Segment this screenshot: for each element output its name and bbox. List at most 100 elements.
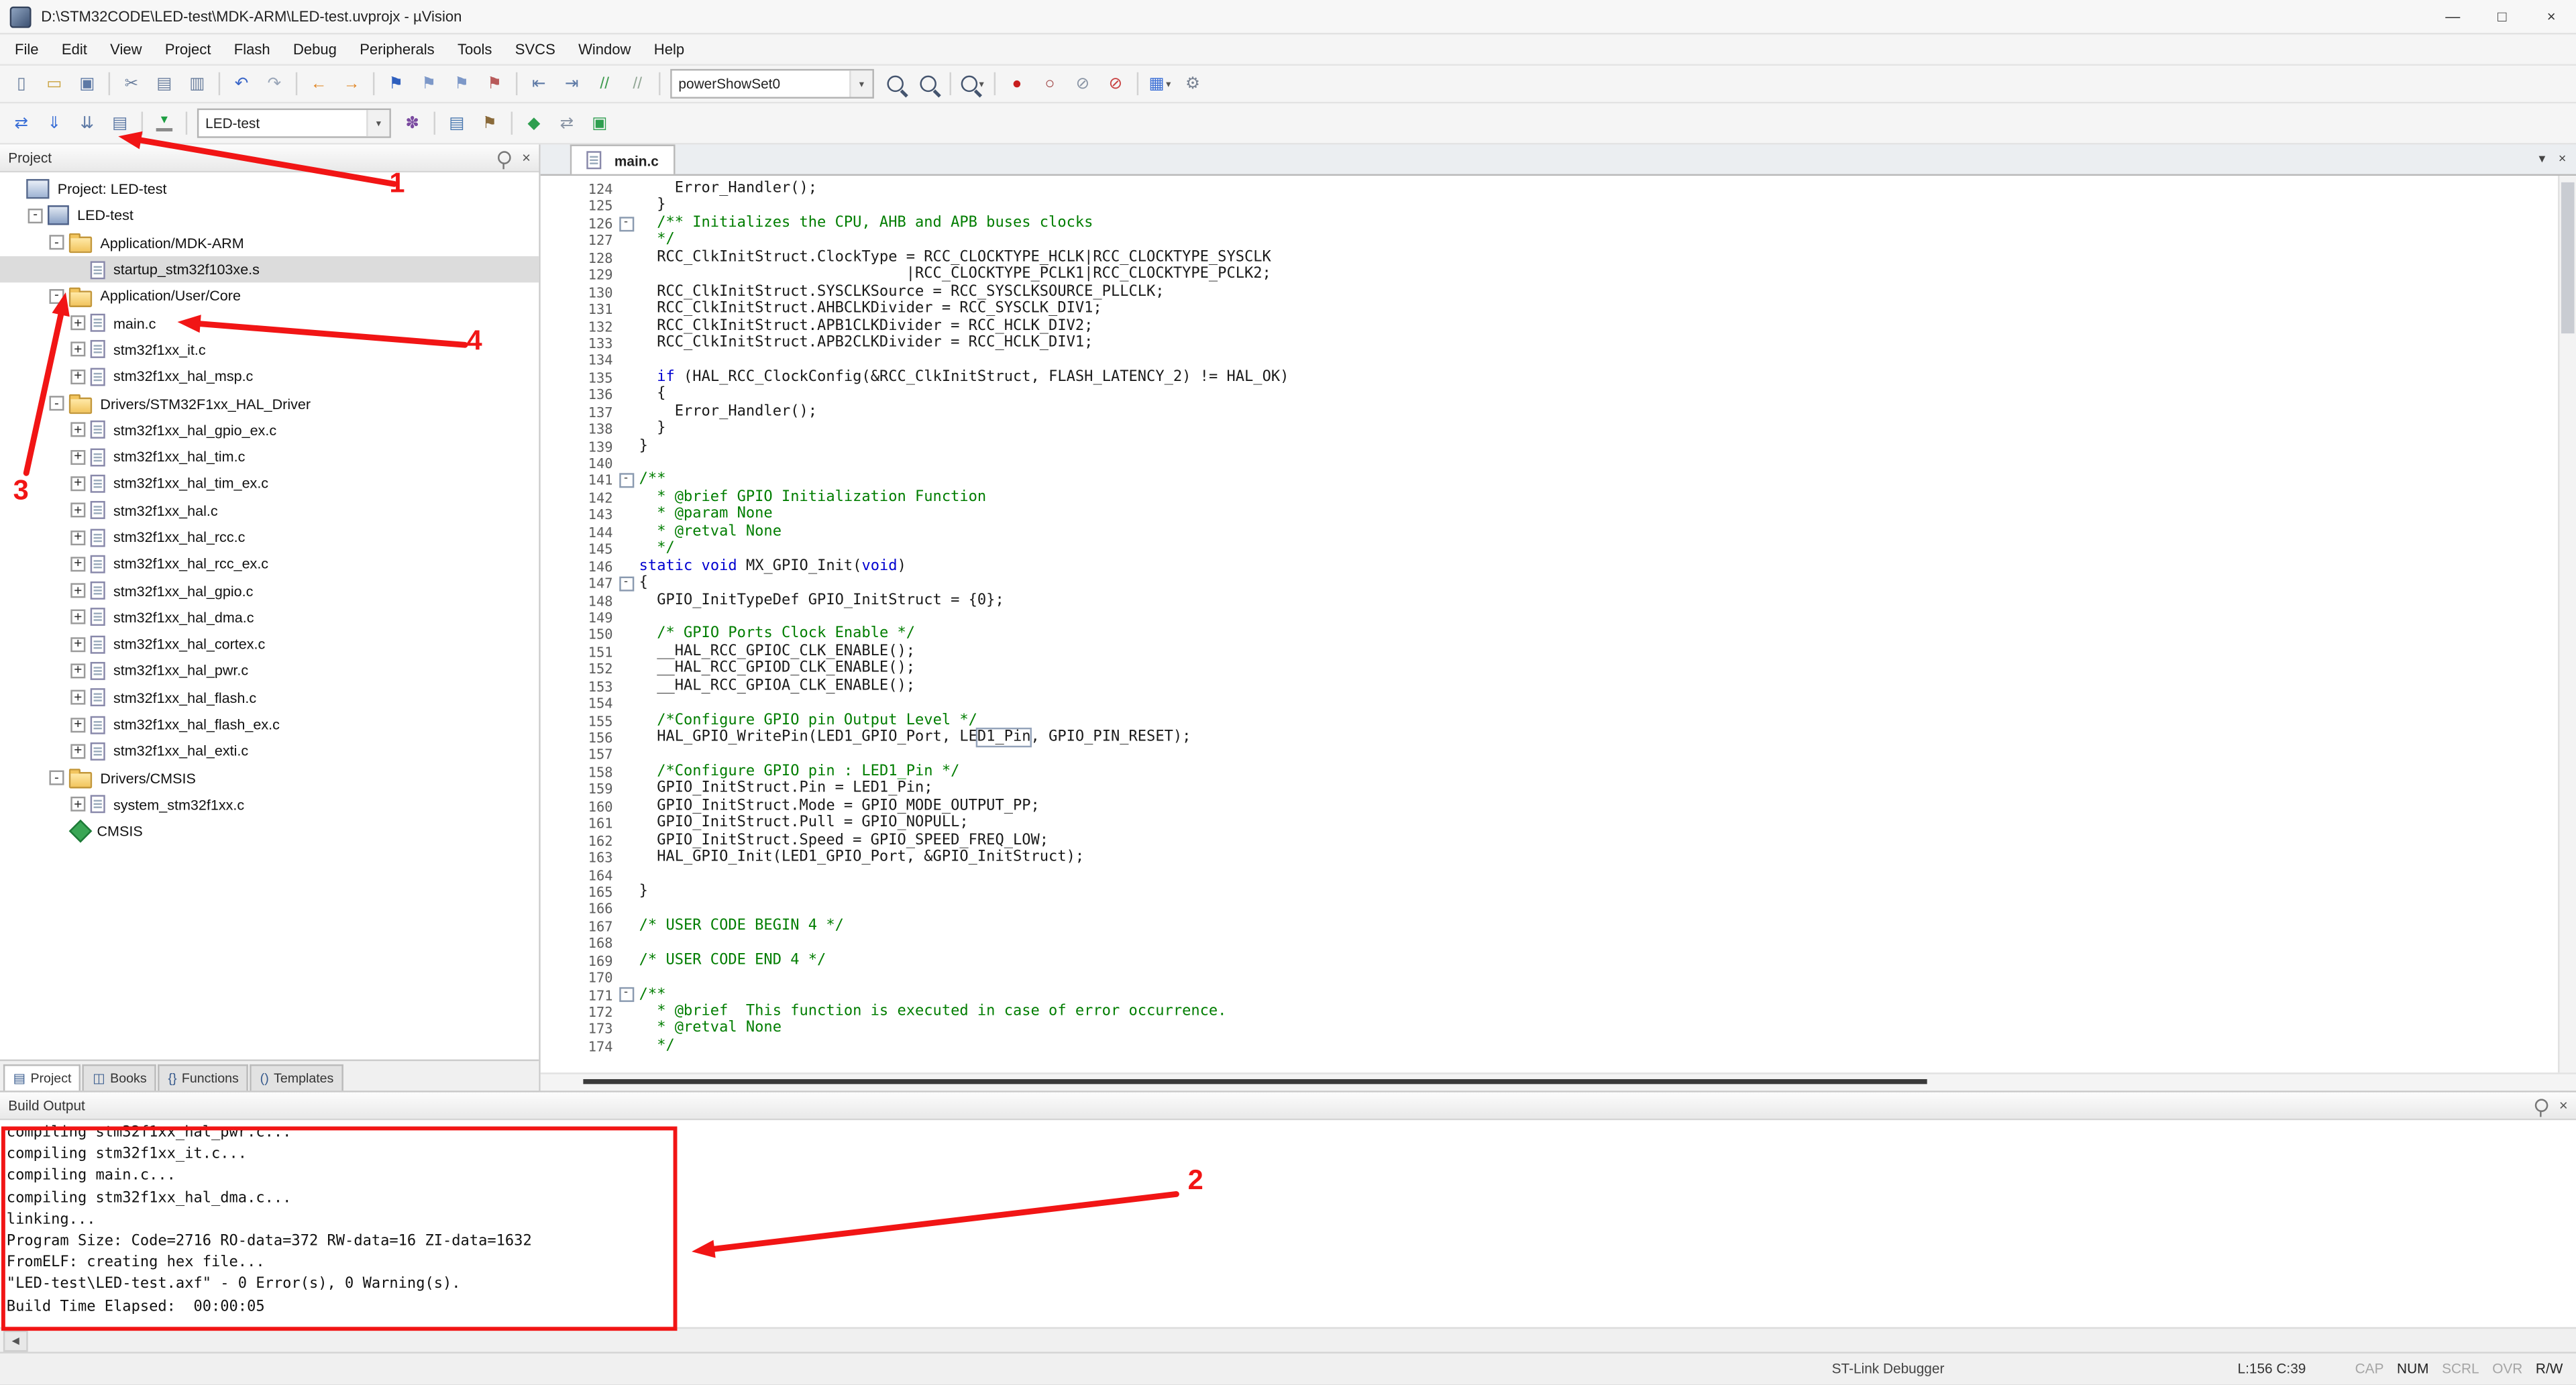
expand-icon[interactable]: + (70, 369, 85, 384)
kill-all-breakpoints-button[interactable]: ⊘ (1101, 69, 1130, 99)
manage-rte-button[interactable]: ◆ (519, 109, 549, 138)
menu-peripherals[interactable]: Peripherals (348, 38, 446, 60)
navigate-back-button[interactable]: ← (304, 69, 333, 99)
tree-item-system-stm32f1xx-c[interactable]: +system_stm32f1xx.c (0, 791, 539, 818)
tree-item-stm32f1xx-hal-dma-c[interactable]: +stm32f1xx_hal_dma.c (0, 604, 539, 631)
collapse-icon[interactable]: - (49, 289, 64, 304)
tree-item-stm32f1xx-hal-gpio-c[interactable]: +stm32f1xx_hal_gpio.c (0, 577, 539, 604)
menu-project[interactable]: Project (154, 38, 223, 60)
copy-button[interactable]: ▤ (150, 69, 179, 99)
chevron-down-icon[interactable]: ▾ (366, 110, 389, 136)
disable-all-breakpoints-button[interactable]: ⊘ (1068, 69, 1097, 99)
build-button[interactable]: ⇓ (40, 109, 69, 138)
bookmark-toggle-button[interactable]: ⚑ (381, 69, 411, 99)
editor-vertical-scrollbar[interactable] (2558, 176, 2576, 1072)
bookmark-previous-button[interactable]: ⚑ (414, 69, 443, 99)
find-text-combobox[interactable]: powerShowSet0▾ (670, 69, 874, 99)
find-in-files-button[interactable] (881, 69, 910, 99)
expand-icon[interactable]: + (70, 342, 85, 357)
tree-item-main-c[interactable]: +main.c (0, 310, 539, 337)
uncomment-selection-button[interactable]: // (623, 69, 652, 99)
tree-item-project-led-test[interactable]: Project: LED-test (0, 176, 539, 203)
close-panel-icon[interactable]: × (2559, 1097, 2568, 1113)
panel-tab-project[interactable]: ▤Project (3, 1064, 81, 1091)
tree-item-stm32f1xx-hal-tim-c[interactable]: +stm32f1xx_hal_tim.c (0, 443, 539, 470)
close-editor-icon[interactable]: × (2559, 151, 2566, 166)
tree-item-drivers-cmsis[interactable]: -Drivers/CMSIS (0, 765, 539, 791)
indent-left-button[interactable]: ⇤ (524, 69, 553, 99)
bookmark-clear-button[interactable]: ⚑ (480, 69, 509, 99)
expand-icon[interactable]: + (70, 690, 85, 705)
pack-installer-button[interactable]: ▣ (585, 109, 614, 138)
menu-edit[interactable]: Edit (50, 38, 99, 60)
tree-item-stm32f1xx-hal-rcc-ex-c[interactable]: +stm32f1xx_hal_rcc_ex.c (0, 551, 539, 577)
select-target-combobox[interactable]: LED-test▾ (197, 109, 391, 138)
manage-project-items-button[interactable]: ⚑ (475, 109, 504, 138)
expand-icon[interactable]: + (70, 610, 85, 625)
open-file-button[interactable]: ▭ (40, 69, 69, 99)
collapse-icon[interactable]: - (49, 771, 64, 785)
expand-icon[interactable]: + (70, 584, 85, 598)
build-output-log[interactable]: compiling stm32f1xx_hal_pwr.c...compilin… (0, 1120, 2576, 1327)
tree-item-stm32f1xx-hal-exti-c[interactable]: +stm32f1xx_hal_exti.c (0, 738, 539, 765)
fold-collapse-icon[interactable]: - (619, 988, 633, 1003)
close-panel-icon[interactable]: × (522, 150, 531, 166)
code-content[interactable]: 124 Error_Handler();125 }126- /** Initia… (541, 176, 2558, 1072)
cut-button[interactable]: ✂ (117, 69, 146, 99)
fold-collapse-icon[interactable]: - (619, 576, 633, 591)
download-to-flash-button[interactable] (150, 109, 179, 138)
tree-item-stm32f1xx-hal-msp-c[interactable]: +stm32f1xx_hal_msp.c (0, 363, 539, 390)
menu-view[interactable]: View (99, 38, 154, 60)
fold-collapse-icon[interactable]: - (619, 474, 633, 488)
tree-item-stm32f1xx-hal-tim-ex-c[interactable]: +stm32f1xx_hal_tim_ex.c (0, 470, 539, 497)
expand-icon[interactable]: + (70, 636, 85, 651)
select-packs-button[interactable]: ⇄ (552, 109, 582, 138)
tree-item-stm32f1xx-hal-cortex-c[interactable]: +stm32f1xx_hal_cortex.c (0, 631, 539, 658)
pin-icon[interactable] (497, 151, 511, 164)
find-button[interactable] (914, 69, 943, 99)
translate-file-button[interactable]: ⇄ (7, 109, 36, 138)
tree-item-stm32f1xx-hal-gpio-ex-c[interactable]: +stm32f1xx_hal_gpio_ex.c (0, 417, 539, 443)
tab-list-dropdown-icon[interactable]: ▾ (2538, 151, 2545, 166)
menu-flash[interactable]: Flash (223, 38, 282, 60)
menu-svcs[interactable]: SVCS (504, 38, 567, 60)
close-button[interactable]: × (2527, 0, 2576, 33)
scrollbar-thumb[interactable] (583, 1079, 1927, 1084)
expand-icon[interactable]: + (70, 557, 85, 571)
expand-icon[interactable]: + (70, 476, 85, 491)
tree-item-stm32f1xx-hal-c[interactable]: +stm32f1xx_hal.c (0, 497, 539, 524)
bookmark-next-button[interactable]: ⚑ (447, 69, 476, 99)
tree-item-application-mdk-arm[interactable]: -Application/MDK-ARM (0, 229, 539, 256)
indent-right-button[interactable]: ⇥ (557, 69, 586, 99)
chevron-down-icon[interactable]: ▾ (849, 70, 872, 97)
scroll-left-icon[interactable]: ◀ (3, 1329, 28, 1351)
minimize-button[interactable]: — (2428, 0, 2477, 33)
save-button[interactable]: ▣ (72, 69, 102, 99)
new-file-button[interactable]: ▯ (7, 69, 36, 99)
pin-icon[interactable] (2534, 1099, 2548, 1112)
paste-button[interactable]: ▥ (182, 69, 212, 99)
editor-tab-main-c[interactable]: main.c (570, 145, 676, 174)
maximize-button[interactable]: □ (2477, 0, 2526, 33)
expand-icon[interactable]: + (70, 449, 85, 464)
collapse-icon[interactable]: - (49, 235, 64, 250)
window-layout-button[interactable]: ▦▾ (1145, 69, 1175, 99)
redo-button[interactable]: ↷ (260, 69, 289, 99)
menu-window[interactable]: Window (567, 38, 643, 60)
build-output-scrollbar[interactable]: ◀ (0, 1327, 2576, 1352)
panel-tab-templates[interactable]: ()Templates (250, 1064, 343, 1091)
configure-button[interactable]: ⚙ (1178, 69, 1208, 99)
comment-selection-button[interactable]: // (590, 69, 619, 99)
tree-item-led-test[interactable]: -LED-test (0, 203, 539, 229)
editor-horizontal-scrollbar[interactable] (541, 1072, 2576, 1091)
batch-build-button[interactable]: ▤ (105, 109, 135, 138)
expand-icon[interactable]: + (70, 530, 85, 545)
expand-icon[interactable]: + (70, 316, 85, 331)
collapse-icon[interactable]: - (28, 209, 43, 223)
tree-item-stm32f1xx-hal-pwr-c[interactable]: +stm32f1xx_hal_pwr.c (0, 657, 539, 684)
tree-item-startup-stm32f103xe-s[interactable]: startup_stm32f103xe.s (0, 256, 539, 283)
expand-icon[interactable]: + (70, 503, 85, 518)
tree-item-stm32f1xx-hal-flash-ex-c[interactable]: +stm32f1xx_hal_flash_ex.c (0, 711, 539, 738)
tree-item-stm32f1xx-hal-rcc-c[interactable]: +stm32f1xx_hal_rcc.c (0, 524, 539, 551)
expand-icon[interactable]: + (70, 744, 85, 759)
